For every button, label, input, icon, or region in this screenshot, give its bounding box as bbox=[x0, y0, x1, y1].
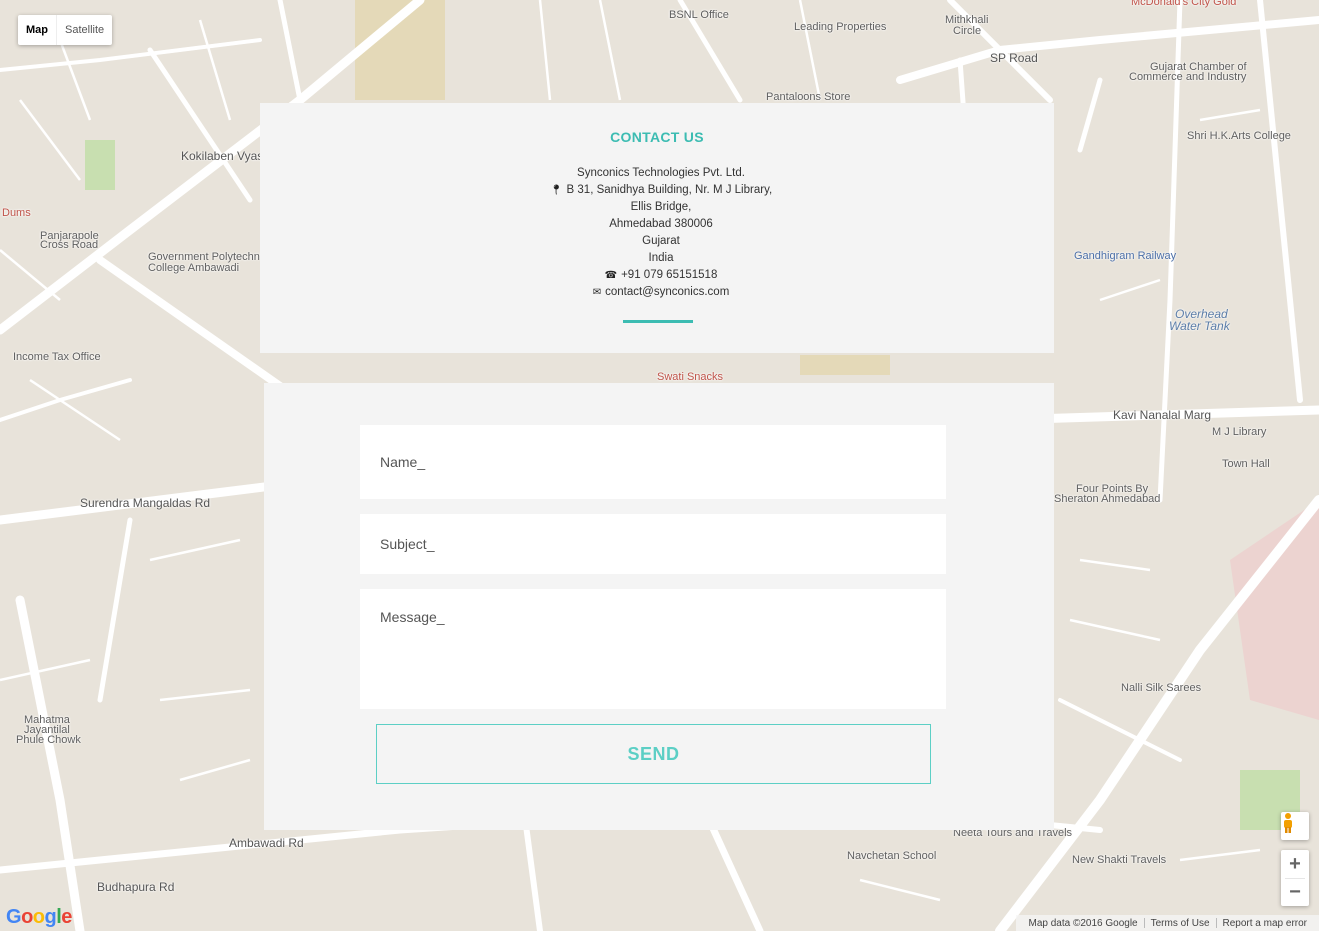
subject-field[interactable] bbox=[360, 514, 946, 574]
send-button[interactable]: SEND bbox=[376, 724, 931, 784]
terms-of-use-link[interactable]: Terms of Use bbox=[1145, 918, 1216, 929]
address-line-2: Ellis Bridge, bbox=[630, 201, 692, 213]
map-place-label: Ambawadi Rd bbox=[229, 836, 304, 850]
email-row: ✉ contact@synconics.com bbox=[268, 284, 1054, 301]
map-data-attribution: Map data ©2016 Google bbox=[1028, 917, 1138, 929]
map-place-label: Swati Snacks bbox=[657, 371, 724, 383]
zoom-divider bbox=[1285, 878, 1305, 879]
phone-icon: ☎ bbox=[604, 270, 618, 281]
map-place-label: Surendra Mangaldas Rd bbox=[80, 496, 211, 510]
zoom-control: + − bbox=[1281, 850, 1309, 906]
map-place-label: BSNL Office bbox=[669, 9, 729, 21]
accent-divider bbox=[623, 320, 693, 323]
map-place-label: Dums bbox=[2, 207, 31, 219]
zoom-in-button[interactable]: + bbox=[1281, 850, 1309, 878]
map-place-label: Income Tax Office bbox=[13, 351, 101, 363]
map-place-label: Sheraton Ahmedabad bbox=[1054, 493, 1161, 505]
contact-card: CONTACT US Synconics Technologies Pvt. L… bbox=[260, 103, 1054, 353]
map-place-label: Shri H.K.Arts College bbox=[1187, 130, 1291, 142]
map-place-label: Cross Road bbox=[40, 239, 99, 251]
map-place-label: Leading Properties bbox=[794, 21, 887, 33]
map-place-label: Kavi Nanalal Marg bbox=[1113, 408, 1212, 422]
contact-details: Synconics Technologies Pvt. Ltd. 📍︎ B 31,… bbox=[260, 165, 1054, 301]
message-field[interactable] bbox=[360, 589, 946, 709]
google-logo: Google bbox=[6, 906, 72, 928]
map-place-label: Phule Chowk bbox=[16, 734, 81, 746]
map-place-label: McDonald's City Gold bbox=[1131, 0, 1237, 8]
address-state: Gujarat bbox=[642, 235, 680, 247]
street-view-pegman-icon[interactable] bbox=[1281, 812, 1309, 840]
address-line-1: B 31, Sanidhya Building, Nr. M J Library… bbox=[566, 184, 773, 196]
phone-number: +91 079 65151518 bbox=[621, 269, 718, 281]
map-place-label: College Ambawadi bbox=[148, 262, 240, 274]
map-place-label: Commerce and Industry bbox=[1129, 71, 1247, 83]
map-place-label: M J Library bbox=[1212, 426, 1267, 438]
map-place-label: Pantaloons Store bbox=[766, 91, 851, 103]
map-type-control[interactable]: Map Satellite bbox=[18, 15, 113, 45]
contact-form: SEND bbox=[264, 383, 1054, 830]
zoom-out-button[interactable]: − bbox=[1281, 878, 1309, 906]
phone-row: ☎ +91 079 65151518 bbox=[268, 267, 1054, 284]
map-footer: Map data ©2016 Google Terms of Use Repor… bbox=[1016, 915, 1319, 931]
email-address[interactable]: contact@synconics.com bbox=[605, 286, 729, 298]
report-map-error-link[interactable]: Report a map error bbox=[1217, 918, 1313, 929]
address-city: Ahmedabad 380006 bbox=[609, 218, 713, 230]
map-place-label: Kokilaben Vyas bbox=[181, 149, 264, 163]
address-country: India bbox=[648, 252, 674, 264]
map-type-map-button[interactable]: Map bbox=[18, 15, 56, 45]
map-place-label: SP Road bbox=[990, 51, 1038, 65]
map-place-label: Town Hall bbox=[1222, 458, 1270, 470]
envelope-icon: ✉ bbox=[592, 287, 602, 298]
contact-title: CONTACT US bbox=[610, 129, 704, 145]
map-type-satellite-button[interactable]: Satellite bbox=[56, 15, 112, 45]
map-place-label: New Shakti Travels bbox=[1072, 854, 1167, 866]
address-line-1-row: 📍︎ B 31, Sanidhya Building, Nr. M J Libra… bbox=[268, 182, 1054, 199]
map-marker-icon: 📍︎ bbox=[549, 185, 563, 196]
map-place-label: Navchetan School bbox=[847, 850, 937, 862]
map-place-label: Nalli Silk Sarees bbox=[1121, 682, 1202, 694]
map-place-label: Gandhigram Railway bbox=[1074, 250, 1177, 262]
name-field[interactable] bbox=[360, 425, 946, 499]
map-place-label: Budhapura Rd bbox=[97, 880, 175, 894]
map-place-label: Circle bbox=[953, 25, 982, 37]
map-place-label: Water Tank bbox=[1169, 319, 1230, 333]
company-name: Synconics Technologies Pvt. Ltd. bbox=[577, 167, 745, 179]
